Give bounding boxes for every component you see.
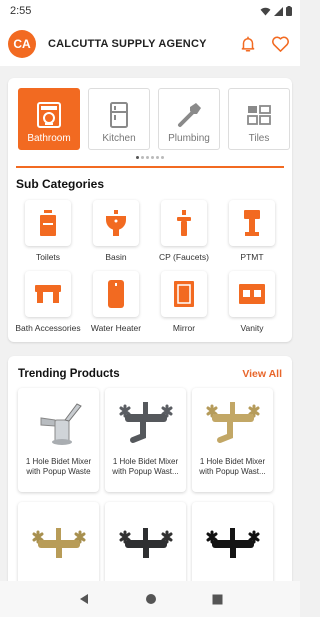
sub-category-bath-accessories[interactable]: Bath Accessories <box>14 271 82 334</box>
category-tile-bathroom[interactable]: Bathroom <box>18 88 80 150</box>
scroll-content[interactable]: Bathroom Kitchen Plumbing Tiles Sub Cate… <box>0 72 300 581</box>
products-grid: 1 Hole Bidet Mixer with Popup Waste 1 Ho… <box>8 388 292 581</box>
bathroom-icon <box>35 101 63 129</box>
home-icon[interactable] <box>145 593 157 605</box>
toilet-icon <box>25 200 71 246</box>
carousel-dot <box>141 156 144 159</box>
product-image <box>192 388 273 454</box>
carousel-dot <box>156 156 159 159</box>
sub-category-label: Mirror <box>172 323 196 333</box>
vanity-icon <box>229 271 275 317</box>
sub-categories-grid: Toilets Basin CP (Faucets) PTMT Bath Acc… <box>8 191 292 342</box>
product-image <box>105 388 186 454</box>
product-image <box>18 502 99 568</box>
status-icons <box>260 6 292 16</box>
trending-header: Trending Products View All <box>8 356 292 388</box>
ptmt-icon <box>229 200 275 246</box>
sub-categories-title: Sub Categories <box>16 177 105 191</box>
category-card: Bathroom Kitchen Plumbing Tiles Sub Cate… <box>8 78 292 342</box>
carousel-dot <box>151 156 154 159</box>
carousel-dots <box>8 156 292 160</box>
sub-category-toilets[interactable]: Toilets <box>14 200 82 263</box>
product-name <box>105 568 186 581</box>
back-icon[interactable] <box>78 593 90 605</box>
category-label: Plumbing <box>168 133 210 144</box>
sub-category-water-heater[interactable]: Water Heater <box>82 271 150 334</box>
product-card[interactable]: 1 Hole Bidet Mixer with Popup Waste <box>18 388 99 492</box>
view-all-link[interactable]: View All <box>242 368 282 380</box>
product-card[interactable] <box>192 502 273 581</box>
faucet-icon <box>161 200 207 246</box>
sub-category-label: CP (Faucets) <box>159 252 209 262</box>
category-carousel[interactable]: Bathroom Kitchen Plumbing Tiles <box>8 78 292 150</box>
sub-category-cp-faucets[interactable]: CP (Faucets) <box>150 200 218 263</box>
app-header: CA CALCUTTA SUPPLY AGENCY <box>0 22 300 66</box>
product-name: 1 Hole Bidet Mixer with Popup Wast... <box>112 457 179 476</box>
category-label: Tiles <box>248 133 270 144</box>
bell-icon[interactable] <box>236 32 260 56</box>
carousel-dot <box>146 156 149 159</box>
signal-icon <box>274 6 283 16</box>
avatar[interactable]: CA <box>8 30 36 58</box>
product-card[interactable]: 1 Hole Bidet Mixer with Popup Wast... <box>192 388 273 492</box>
product-card[interactable]: 1 Hole Bidet Mixer with Popup Wast... <box>105 388 186 492</box>
fridge-icon <box>105 101 133 129</box>
trending-title: Trending Products <box>18 368 120 380</box>
sub-category-label: Vanity <box>240 323 264 333</box>
product-name: 1 Hole Bidet Mixer with Popup Wast... <box>199 457 266 476</box>
trending-products-card: Trending Products View All 1 Hole Bidet … <box>8 356 292 581</box>
status-bar: 2:55 <box>0 0 300 22</box>
system-nav-bar <box>0 581 300 617</box>
towel-rack-icon <box>25 271 71 317</box>
mirror-icon <box>161 271 207 317</box>
heart-icon[interactable] <box>268 32 292 56</box>
sub-category-basin[interactable]: Basin <box>82 200 150 263</box>
category-tile-kitchen[interactable]: Kitchen <box>88 88 150 150</box>
sub-category-label: Basin <box>105 252 127 262</box>
battery-icon <box>286 6 292 16</box>
sub-category-mirror[interactable]: Mirror <box>150 271 218 334</box>
water-heater-icon <box>93 271 139 317</box>
app-title: CALCUTTA SUPPLY AGENCY <box>48 38 207 50</box>
category-tile-plumbing[interactable]: Plumbing <box>158 88 220 150</box>
carousel-dot <box>161 156 164 159</box>
product-image <box>105 502 186 568</box>
product-card[interactable] <box>18 502 99 581</box>
product-name: 1 Hole Bidet Mixer with Popup Waste <box>25 457 92 476</box>
basin-icon <box>93 200 139 246</box>
product-name <box>18 568 99 581</box>
product-image <box>18 388 99 454</box>
status-time: 2:55 <box>10 5 32 17</box>
sub-category-label: Bath Accessories <box>15 323 81 333</box>
sub-category-label: PTMT <box>240 252 264 262</box>
tiles-icon <box>245 101 273 129</box>
product-image <box>192 502 273 568</box>
category-tile-tiles[interactable]: Tiles <box>228 88 290 150</box>
product-card[interactable] <box>105 502 186 581</box>
sub-category-ptmt[interactable]: PTMT <box>218 200 286 263</box>
sub-category-label: Water Heater <box>90 323 142 333</box>
wrench-icon <box>175 101 203 129</box>
carousel-dot <box>136 156 139 159</box>
sub-category-vanity[interactable]: Vanity <box>218 271 286 334</box>
sub-category-label: Toilets <box>35 252 61 262</box>
category-label: Kitchen <box>102 133 136 144</box>
wifi-icon <box>260 7 271 16</box>
recents-icon[interactable] <box>212 594 223 605</box>
product-name <box>192 568 273 581</box>
category-label: Bathroom <box>27 133 71 144</box>
